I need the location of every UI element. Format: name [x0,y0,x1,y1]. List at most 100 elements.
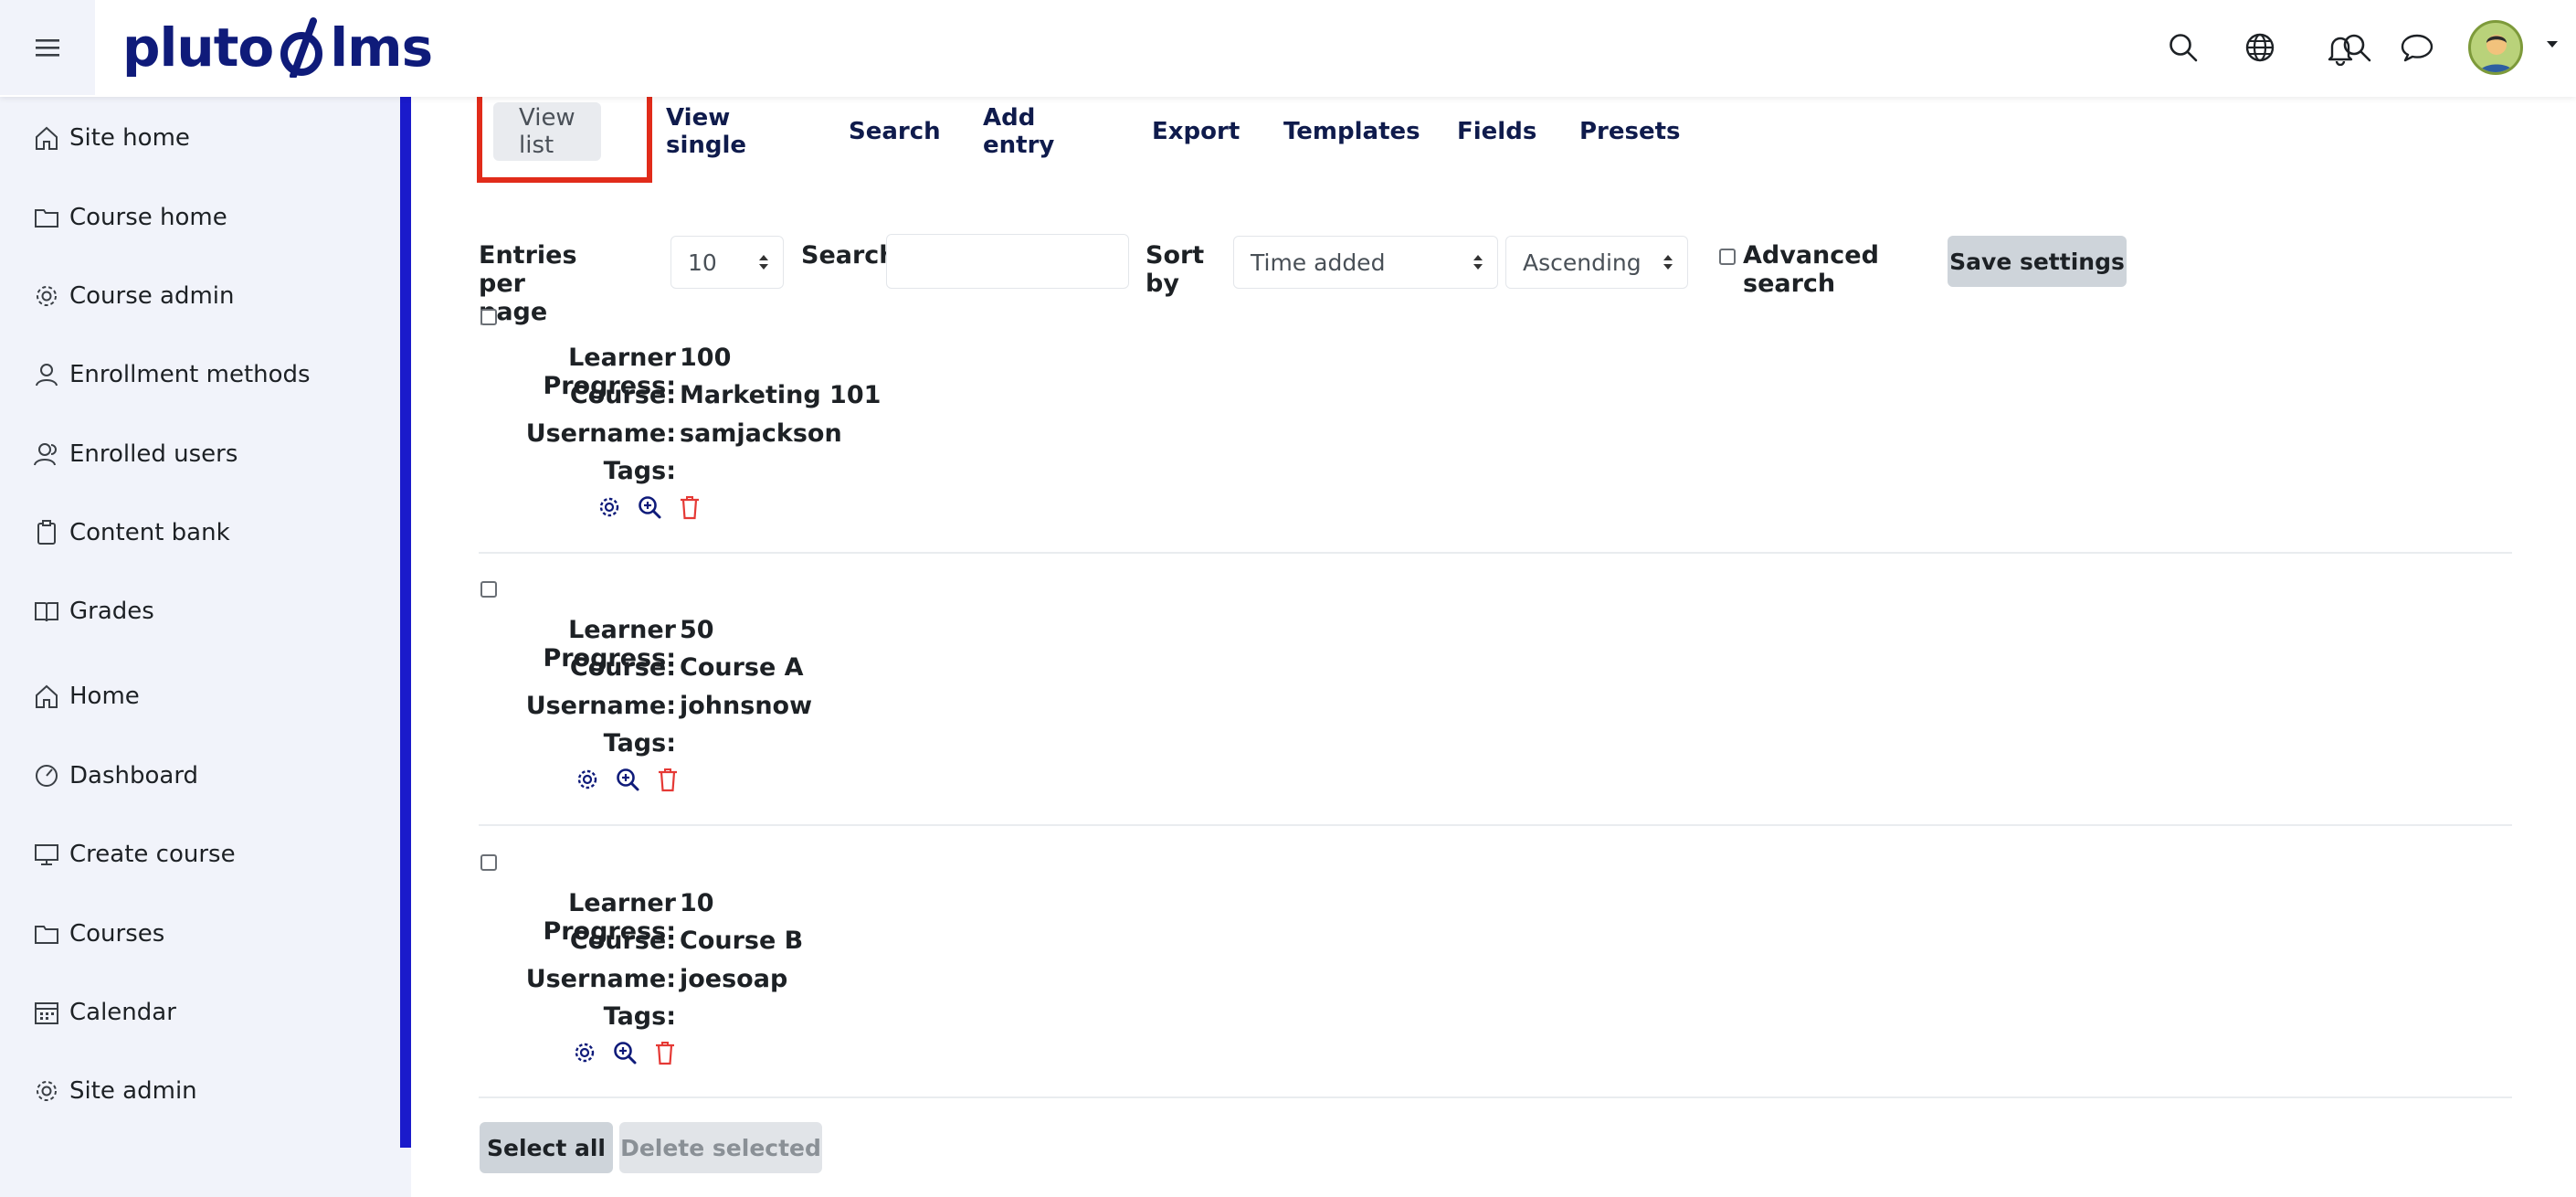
sidebar-item-course-admin[interactable]: Course admin [33,273,235,319]
gauge-icon [33,760,64,791]
tab-label: Templates [1283,118,1420,145]
select-caret-icon [759,255,768,270]
sidebar-item-enrollment-methods[interactable]: Enrollment methods [33,352,311,397]
button-label: Delete selected [620,1134,821,1161]
entry-divider [479,552,2512,554]
user-menu-caret[interactable] [2545,37,2560,54]
select-caret-icon [1473,255,1483,270]
folder-icon [33,918,64,949]
sidebar-item-site-home[interactable]: Site home [33,115,190,161]
sidebar-item-grades[interactable]: Grades [33,588,154,634]
advanced-search-checkbox[interactable] [1719,249,1736,265]
search-input[interactable] [886,234,1129,289]
gear-icon [577,769,597,789]
home-icon [33,122,64,154]
sidebar-item-courses[interactable]: Courses [33,911,164,957]
delete-entry-button[interactable] [649,1037,681,1068]
sidebar-item-calendar[interactable]: Calendar [33,990,176,1035]
tab-presets[interactable]: Presets [1579,99,1681,164]
view-entry-button[interactable] [612,764,643,795]
edit-entry-button[interactable] [572,764,603,795]
tab-export[interactable]: Export [1152,99,1240,164]
username-value: johnsnow [680,692,813,720]
select-caret-icon [1663,255,1673,270]
select-value: Time added [1251,249,1386,276]
view-entry-button[interactable] [609,1037,640,1068]
chat-icon [2401,34,2433,62]
sidebar-item-home[interactable]: Home [33,673,140,719]
brand-logo[interactable]: pluto lms [122,13,433,82]
sidebar-item-site-admin[interactable]: Site admin [33,1068,197,1114]
logo-text-right: lms [330,16,433,79]
edit-entry-button[interactable] [569,1037,600,1068]
tab-fields[interactable]: Fields [1457,99,1536,164]
select-value: Ascending [1523,249,1642,276]
entry-actions [569,1037,690,1068]
username-label: Username: [525,419,676,448]
avatar[interactable] [2468,20,2523,75]
advanced-search-label: Advanced search [1743,241,1879,298]
sidebar-item-label: Dashboard [69,762,199,789]
sort-order-select[interactable]: Ascending [1505,236,1688,289]
course-value: Marketing 101 [680,381,882,409]
delete-selected-button[interactable]: Delete selected [619,1122,822,1173]
nav-messages-btn[interactable] [2388,18,2446,77]
tab-add-entry[interactable]: Add entry [983,99,1054,164]
delete-entry-button[interactable] [674,492,705,523]
button-label: Select all [487,1134,606,1161]
tab-templates[interactable]: Templates [1283,99,1420,164]
monitor-icon [33,839,64,870]
view-entry-button[interactable] [634,492,665,523]
trash-icon [659,768,677,792]
entry-1: Learner Progress: 100 Course: Marketing … [479,307,2512,526]
sidebar-item-create-course[interactable]: Create course [33,832,236,877]
tags-label: Tags: [603,457,676,485]
sidebar-item-enrolled-users[interactable]: Enrolled users [33,431,238,477]
tab-view-single[interactable]: View single [666,99,746,164]
entry-2: Learner Progress: 50 Course: Course A Us… [479,579,2512,799]
home-icon [33,681,64,712]
nav-language-btn[interactable] [2231,18,2289,77]
sort-by-select[interactable]: Time added [1233,236,1498,289]
entry-select-checkbox[interactable] [480,581,497,598]
entry-select-checkbox[interactable] [480,854,497,871]
sidebar-item-label: Home [69,683,140,710]
tab-label: View single [666,104,747,159]
entry-select-checkbox[interactable] [480,309,497,325]
logo-mark-icon [280,17,323,78]
sidebar-item-label: Create course [69,841,236,868]
course-label: Course: [569,927,676,955]
nav-search-btn[interactable] [2154,18,2212,77]
folder-icon [33,202,64,233]
entries-per-page-select[interactable]: 10 [670,236,784,289]
username-label: Username: [525,965,676,993]
tab-search[interactable]: Search [849,99,941,164]
gear-icon [599,497,619,517]
zoom-in-icon [617,768,639,791]
calendar-icon [33,997,64,1028]
sidebar-item-label: Calendar [69,999,176,1026]
progress-value: 100 [680,344,732,372]
zoom-in-icon [614,1042,637,1065]
sidebar-item-label: Course home [69,204,227,231]
nav-notifications-btn[interactable] [2311,20,2370,79]
sidebar-item-content-bank[interactable]: Content bank [33,510,230,556]
tab-label: Export [1152,118,1240,145]
sidebar-scrollbar[interactable] [400,97,411,1148]
menu-toggle-button[interactable] [0,0,95,95]
entry-3: Learner Progress: 10 Course: Course B Us… [479,853,2512,1072]
sidebar-item-course-home[interactable]: Course home [33,195,227,240]
tab-label: Fields [1457,118,1537,145]
save-settings-button[interactable]: Save settings [1948,236,2127,287]
edit-entry-button[interactable] [594,492,625,523]
course-label: Course: [569,381,676,409]
sidebar-item-label: Course admin [69,282,235,310]
sidebar-item-dashboard[interactable]: Dashboard [33,753,198,799]
select-all-button[interactable]: Select all [480,1122,613,1173]
button-label: Save settings [1949,248,2125,275]
entry-actions [594,492,714,523]
hamburger-icon [36,39,59,57]
delete-entry-button[interactable] [652,764,683,795]
caret-down-icon [2547,41,2558,48]
users-icon [33,439,64,470]
